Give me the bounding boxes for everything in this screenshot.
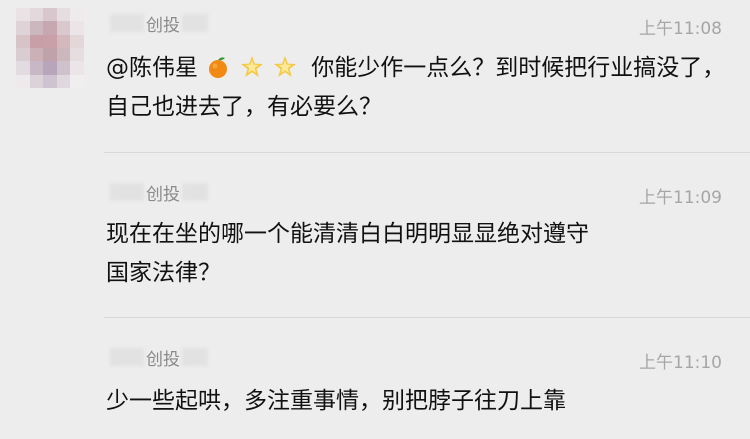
message-text: 现在在坐的哪一个能清清白白明明显显绝对遵守国家法律？ [106, 221, 589, 286]
glowing-star-icon [240, 56, 263, 77]
message-content: 现在在坐的哪一个能清清白白明明显显绝对遵守国家法律？ [106, 215, 606, 293]
glowing-star-icon [273, 56, 296, 77]
sender-name-text: 创投 [146, 15, 180, 36]
redacted-name-block [182, 14, 208, 32]
mention-link[interactable]: @陈伟星 [106, 55, 198, 81]
chat-message: 创投 上午11:10 少一些起哄，多注重事情，别把脖子往刀上靠 [0, 318, 750, 439]
sender-name-text: 创投 [146, 349, 180, 370]
sender-name-text: 创投 [146, 184, 180, 205]
redacted-name-block [182, 183, 208, 201]
message-time: 上午11:10 [639, 353, 722, 373]
redacted-name-block [110, 348, 144, 366]
message-content: 少一些起哄，多注重事情，别把脖子往刀上靠 [106, 382, 726, 421]
sender-name: 创投 [110, 179, 208, 205]
sender-name: 创投 [110, 10, 208, 36]
sender-name: 创投 [110, 344, 208, 370]
avatar[interactable] [16, 8, 84, 88]
message-content: @陈伟星 你能少作一点么？到时候把行业搞没了，自己也进去了，有必要么？ [106, 49, 726, 127]
redacted-name-block [110, 14, 144, 32]
redacted-name-block [182, 348, 208, 366]
message-time: 上午11:09 [639, 188, 722, 208]
chat-message: 创投 上午11:09 现在在坐的哪一个能清清白白明明显显绝对遵守国家法律？ [0, 153, 750, 317]
message-text: 你能少作一点么？到时候把行业搞没了，自己也进去了，有必要么？ [106, 55, 726, 120]
chat-message: 创投 上午11:08 @陈伟星 你能少作一点么？到时候把行业搞没了，自己也进去了… [0, 0, 750, 152]
message-text: 少一些起哄，多注重事情，别把脖子往刀上靠 [106, 388, 566, 414]
tangerine-icon [209, 57, 228, 78]
redacted-name-block [110, 183, 144, 201]
message-time: 上午11:08 [639, 19, 722, 39]
